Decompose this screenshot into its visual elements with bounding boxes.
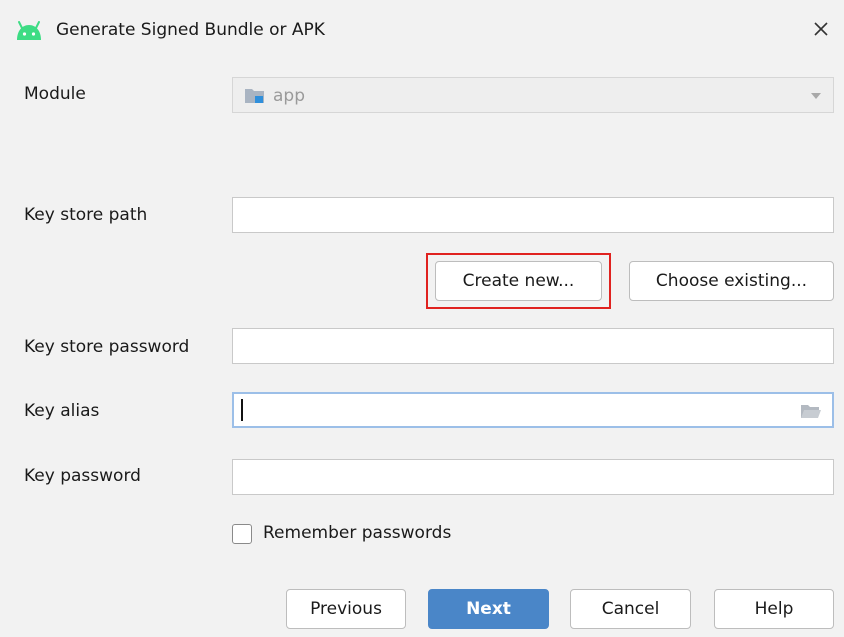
choose-existing-button[interactable]: Choose existing...	[629, 261, 834, 301]
folder-open-icon[interactable]	[800, 402, 822, 420]
previous-button[interactable]: Previous	[286, 589, 406, 629]
next-button[interactable]: Next	[428, 589, 549, 629]
title-bar: Generate Signed Bundle or APK	[0, 0, 844, 60]
module-select[interactable]: app	[232, 77, 834, 113]
cancel-button[interactable]: Cancel	[570, 589, 691, 629]
text-cursor	[241, 399, 243, 421]
module-label: Module	[24, 84, 86, 104]
module-folder-icon	[245, 89, 264, 103]
key-password-label: Key password	[24, 466, 141, 486]
key-password-input[interactable]	[232, 459, 834, 495]
key-alias-label: Key alias	[24, 401, 100, 421]
remember-passwords-checkbox[interactable]	[232, 524, 252, 544]
dialog-title: Generate Signed Bundle or APK	[56, 20, 325, 40]
key-store-password-label: Key store password	[24, 337, 190, 357]
create-new-button[interactable]: Create new...	[435, 261, 602, 301]
android-icon	[17, 21, 41, 40]
help-button[interactable]: Help	[714, 589, 834, 629]
remember-passwords-label: Remember passwords	[263, 523, 452, 543]
generate-signed-apk-dialog: Generate Signed Bundle or APK Module app…	[0, 0, 844, 637]
key-store-path-input[interactable]	[232, 197, 834, 233]
key-store-password-input[interactable]	[232, 328, 834, 364]
key-alias-input[interactable]	[232, 392, 834, 428]
close-icon[interactable]	[808, 16, 834, 42]
key-store-path-label: Key store path	[24, 205, 148, 225]
chevron-down-icon	[811, 93, 821, 99]
module-value: app	[273, 86, 305, 106]
